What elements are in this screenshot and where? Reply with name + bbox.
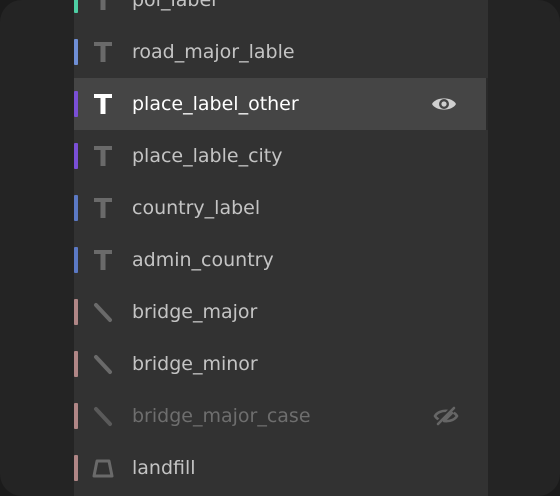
layer-name: place_lable_city [132, 145, 283, 167]
layer-color-stripe [74, 91, 78, 117]
layers-panel: poi_label road_major_lable place_label_oth… [74, 0, 488, 496]
app-window: poi_label road_major_lable place_label_oth… [0, 0, 560, 496]
layer-name: bridge_major_case [132, 405, 311, 427]
layer-color-stripe [74, 403, 78, 429]
symbol-layer-icon [92, 196, 114, 220]
layer-row-landfill[interactable]: landfill [74, 442, 488, 494]
layer-row-place-lable-city[interactable]: place_lable_city [74, 130, 488, 182]
layer-row-poi-label[interactable]: poi_label [74, 0, 488, 26]
layer-row-road-major-lable[interactable]: road_major_lable [74, 26, 488, 78]
layer-color-stripe [74, 455, 78, 481]
layer-color-stripe [74, 143, 78, 169]
symbol-layer-icon [92, 144, 114, 168]
line-layer-icon [92, 404, 114, 428]
layer-color-stripe [74, 247, 78, 273]
layer-name: landfill [132, 457, 196, 479]
layer-row-bridge-major[interactable]: bridge_major [74, 286, 488, 338]
layer-row-place-label-other[interactable]: place_label_other [74, 78, 488, 130]
layer-name: place_label_other [132, 93, 299, 115]
layer-name: admin_country [132, 249, 274, 271]
layer-row-country-label[interactable]: country_label [74, 182, 488, 234]
layer-name: bridge_major [132, 301, 258, 323]
layer-color-stripe [74, 351, 78, 377]
symbol-layer-icon [92, 40, 114, 64]
layer-color-stripe [74, 39, 78, 65]
layer-row-bridge-major-case[interactable]: bridge_major_case [74, 390, 488, 442]
layer-color-stripe [74, 195, 78, 221]
symbol-layer-icon [92, 92, 114, 116]
line-layer-icon [92, 300, 114, 324]
symbol-layer-icon [92, 248, 114, 272]
layer-name: road_major_lable [132, 41, 295, 63]
eye-off-icon[interactable] [432, 404, 460, 428]
layer-list: poi_label road_major_lable place_label_oth… [74, 0, 488, 494]
layer-name: poi_label [132, 0, 217, 11]
layer-color-stripe [74, 299, 78, 325]
layer-row-admin-country[interactable]: admin_country [74, 234, 488, 286]
eye-icon[interactable] [430, 92, 458, 116]
fill-layer-icon [92, 456, 114, 480]
layer-row-bridge-minor[interactable]: bridge_minor [74, 338, 488, 390]
layer-color-stripe [74, 0, 78, 13]
layer-name: country_label [132, 197, 261, 219]
layer-name: bridge_minor [132, 353, 258, 375]
line-layer-icon [92, 352, 114, 376]
symbol-layer-icon [92, 0, 114, 12]
